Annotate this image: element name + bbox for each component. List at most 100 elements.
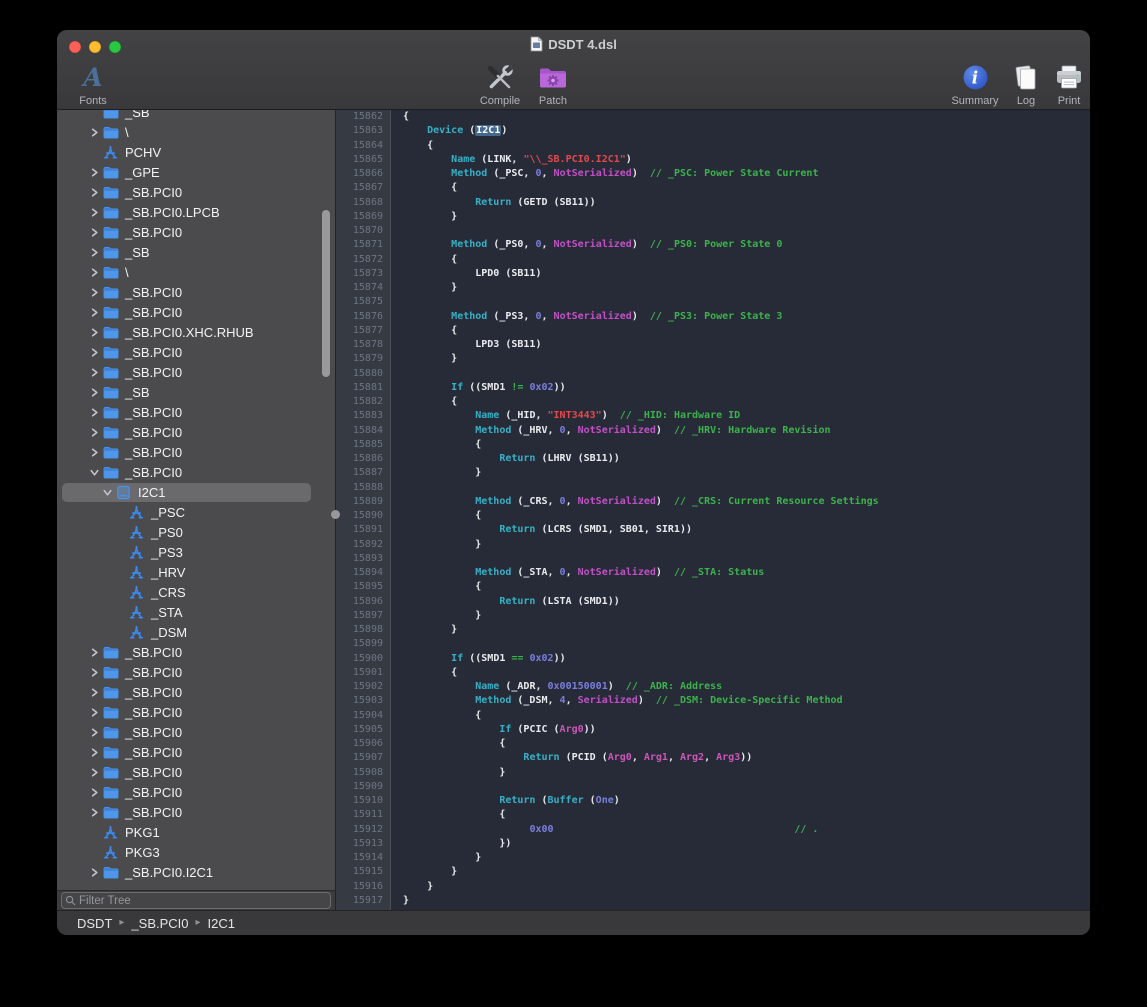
toolbar-print-button[interactable]: Print [1048, 55, 1090, 107]
code-text[interactable]: { [391, 509, 481, 523]
chevron-down-icon[interactable] [87, 465, 102, 479]
toolbar-compile-button[interactable]: Compile [474, 55, 526, 107]
code-text[interactable]: { [391, 395, 457, 409]
code-text[interactable]: { [391, 253, 457, 267]
chevron-down-icon[interactable] [100, 485, 115, 499]
code-text[interactable]: { [391, 709, 481, 723]
tree-item-sb-pci0[interactable]: _SB.PCI0 [57, 782, 335, 802]
code-text[interactable] [391, 224, 403, 238]
tree-item-sb-pci0[interactable]: _SB.PCI0 [57, 422, 335, 442]
tree-item-sb-pci0[interactable]: _SB.PCI0 [57, 662, 335, 682]
code-text[interactable]: } [391, 609, 481, 623]
tree-item-sb-pci0-lpcb[interactable]: _SB.PCI0.LPCB [57, 202, 335, 222]
code-text[interactable]: Return (LCRS (SMD1, SB01, SIR1)) [391, 523, 692, 537]
code-text[interactable]: } [391, 210, 457, 224]
code-text[interactable] [391, 637, 403, 651]
tree-item-gpe[interactable]: _GPE [57, 162, 335, 182]
code-text[interactable] [391, 367, 403, 381]
code-text[interactable]: Name (_ADR, 0x00150001) // _ADR: Address [391, 680, 722, 694]
code-text[interactable]: { [391, 110, 409, 124]
tree-item-i2c1[interactable]: I2C1 [57, 482, 335, 502]
toolbar-log-button[interactable]: Log [1004, 55, 1048, 107]
code-text[interactable]: } [391, 623, 457, 637]
chevron-right-icon[interactable] [87, 765, 102, 779]
filter-tree-input[interactable] [79, 894, 330, 907]
chevron-right-icon[interactable] [87, 745, 102, 759]
code-text[interactable]: Return (LHRV (SB11)) [391, 452, 620, 466]
chevron-right-icon[interactable] [87, 205, 102, 219]
tree-item-sb[interactable]: _SB [57, 110, 335, 122]
code-text[interactable]: LPD3 (SB11) [391, 338, 541, 352]
tree-item-sb-pci0[interactable]: _SB.PCI0 [57, 462, 335, 482]
filter-field[interactable] [61, 892, 331, 909]
code-text[interactable]: } [391, 352, 457, 366]
chevron-right-icon[interactable] [87, 245, 102, 259]
code-text[interactable] [391, 295, 403, 309]
code-text[interactable] [391, 481, 403, 495]
chevron-right-icon[interactable] [87, 685, 102, 699]
code-text[interactable]: { [391, 139, 433, 153]
code-text[interactable]: { [391, 580, 481, 594]
chevron-right-icon[interactable] [87, 125, 102, 139]
code-text[interactable]: { [391, 808, 505, 822]
code-text[interactable] [391, 908, 403, 910]
code-editor[interactable]: 15862{15863 Device (I2C1)15864 {15865 Na… [336, 110, 1090, 910]
chevron-right-icon[interactable] [87, 165, 102, 179]
tree-item-sb-pci0[interactable]: _SB.PCI0 [57, 642, 335, 662]
code-text[interactable]: { [391, 737, 505, 751]
code-text[interactable]: } [391, 766, 505, 780]
code-text[interactable]: Method (_STA, 0, NotSerialized) // _STA:… [391, 566, 764, 580]
chevron-right-icon[interactable] [87, 325, 102, 339]
code-text[interactable] [391, 780, 403, 794]
code-text[interactable]: 0x00 // . [391, 823, 818, 837]
tree-item-sb-pci0[interactable]: _SB.PCI0 [57, 682, 335, 702]
toolbar-fonts-button[interactable]: AFonts [67, 55, 119, 107]
tree-item-dsm[interactable]: _DSM [57, 622, 335, 642]
tree-item-sb-pci0[interactable]: _SB.PCI0 [57, 742, 335, 762]
breadcrumb-item--sb-pci0[interactable]: _SB.PCI0 [131, 916, 188, 931]
tree-item-pchv[interactable]: PCHV [57, 142, 335, 162]
code-text[interactable]: If ((SMD1 != 0x02)) [391, 381, 566, 395]
tree-item-sb[interactable]: _SB [57, 382, 335, 402]
code-text[interactable]: } [391, 466, 481, 480]
chevron-right-icon[interactable] [87, 285, 102, 299]
chevron-right-icon[interactable] [87, 365, 102, 379]
code-text[interactable]: Method (_PS3, 0, NotSerialized) // _PS3:… [391, 310, 782, 324]
code-text[interactable]: { [391, 666, 457, 680]
tree-item-sta[interactable]: _STA [57, 602, 335, 622]
tree-item-sb-pci0[interactable]: _SB.PCI0 [57, 802, 335, 822]
tree-item-crs[interactable]: _CRS [57, 582, 335, 602]
code-text[interactable]: Return (Buffer (One) [391, 794, 620, 808]
chevron-right-icon[interactable] [87, 185, 102, 199]
tree-item-sb-pci0[interactable]: _SB.PCI0 [57, 722, 335, 742]
code-text[interactable]: Method (_HRV, 0, NotSerialized) // _HRV:… [391, 424, 831, 438]
toolbar-summary-button[interactable]: iSummary [946, 55, 1004, 107]
tree-item-sb-pci0[interactable]: _SB.PCI0 [57, 702, 335, 722]
tree-item-sb-pci0[interactable]: _SB.PCI0 [57, 442, 335, 462]
breadcrumb-item-i2c1[interactable]: I2C1 [208, 916, 235, 931]
tree-item-hrv[interactable]: _HRV [57, 562, 335, 582]
code-text[interactable]: If (PCIC (Arg0)) [391, 723, 596, 737]
code-text[interactable]: Name (_HID, "INT3443") // _HID: Hardware… [391, 409, 740, 423]
sidebar-scrollbar-thumb[interactable] [322, 210, 330, 377]
code-text[interactable]: Return (LSTA (SMD1)) [391, 595, 620, 609]
code-text[interactable]: } [391, 538, 481, 552]
chevron-right-icon[interactable] [87, 405, 102, 419]
code-text[interactable]: } [391, 880, 433, 894]
chevron-right-icon[interactable] [87, 225, 102, 239]
chevron-right-icon[interactable] [87, 425, 102, 439]
chevron-right-icon[interactable] [87, 865, 102, 879]
code-text[interactable]: LPD0 (SB11) [391, 267, 541, 281]
chevron-right-icon[interactable] [87, 645, 102, 659]
tree-item-[interactable]: \ [57, 122, 335, 142]
splitter-handle[interactable] [331, 510, 340, 519]
chevron-right-icon[interactable] [87, 805, 102, 819]
code-text[interactable]: { [391, 181, 457, 195]
code-text[interactable]: } [391, 865, 457, 879]
chevron-right-icon[interactable] [87, 265, 102, 279]
code-text[interactable]: Return (GETD (SB11)) [391, 196, 596, 210]
code-text[interactable]: { [391, 324, 457, 338]
code-text[interactable]: Method (_PSC, 0, NotSerialized) // _PSC:… [391, 167, 818, 181]
code-text[interactable]: }) [391, 837, 511, 851]
code-text[interactable]: Device (I2C1) [391, 124, 507, 138]
